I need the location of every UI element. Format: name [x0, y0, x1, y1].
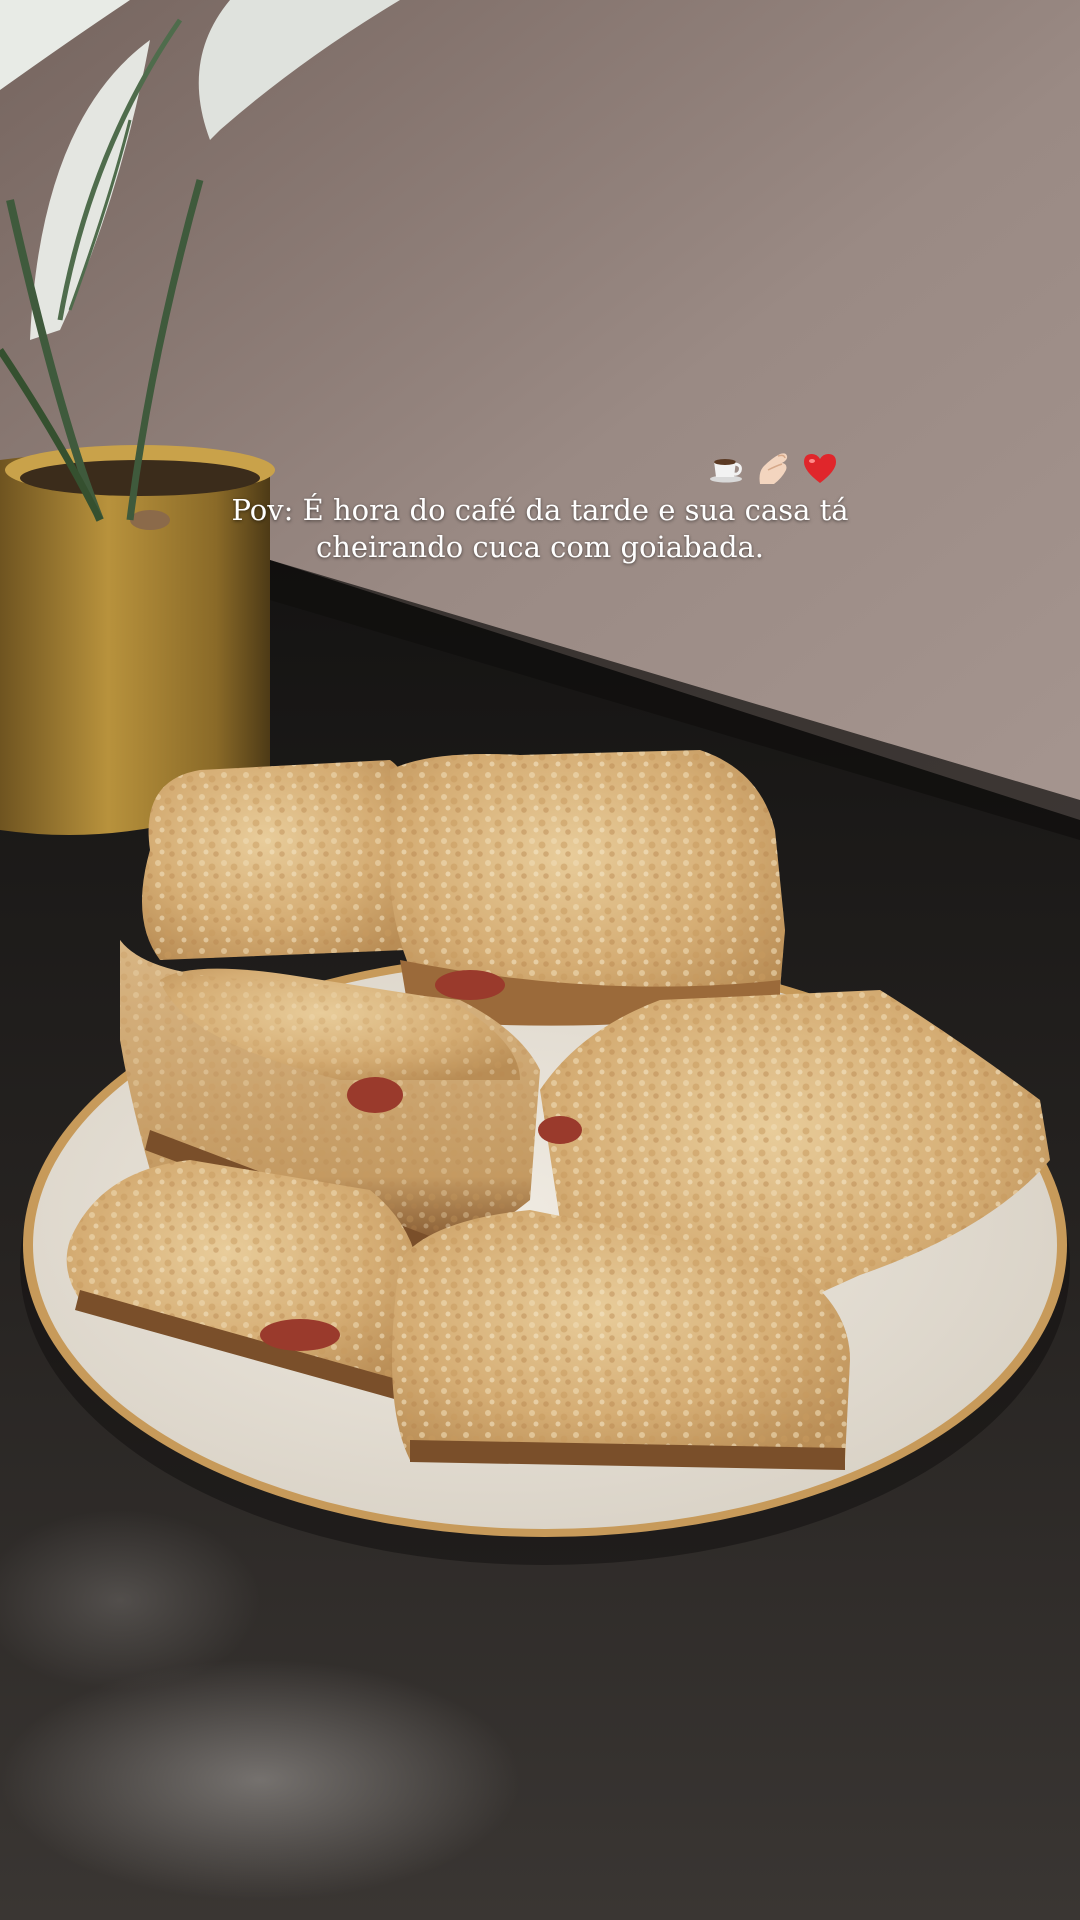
emoji-row	[708, 448, 838, 488]
caption-line-2: cheirando cuca com goiabada.	[315, 530, 765, 564]
cake-piece	[142, 760, 413, 960]
light-glare	[0, 1660, 520, 1900]
caption-line-1: Pov: É hora do café da tarde e sua casa …	[231, 493, 849, 527]
pinched-fingers-icon	[759, 453, 788, 484]
coffee-icon	[710, 459, 742, 483]
story-screen: Pov: É hora do café da tarde e sua casa …	[0, 0, 1080, 1920]
food-photo	[0, 0, 1080, 1920]
story-caption: Pov: É hora do café da tarde e sua casa …	[140, 492, 940, 566]
red-heart-icon	[804, 454, 836, 483]
cake-piece	[390, 750, 785, 1026]
